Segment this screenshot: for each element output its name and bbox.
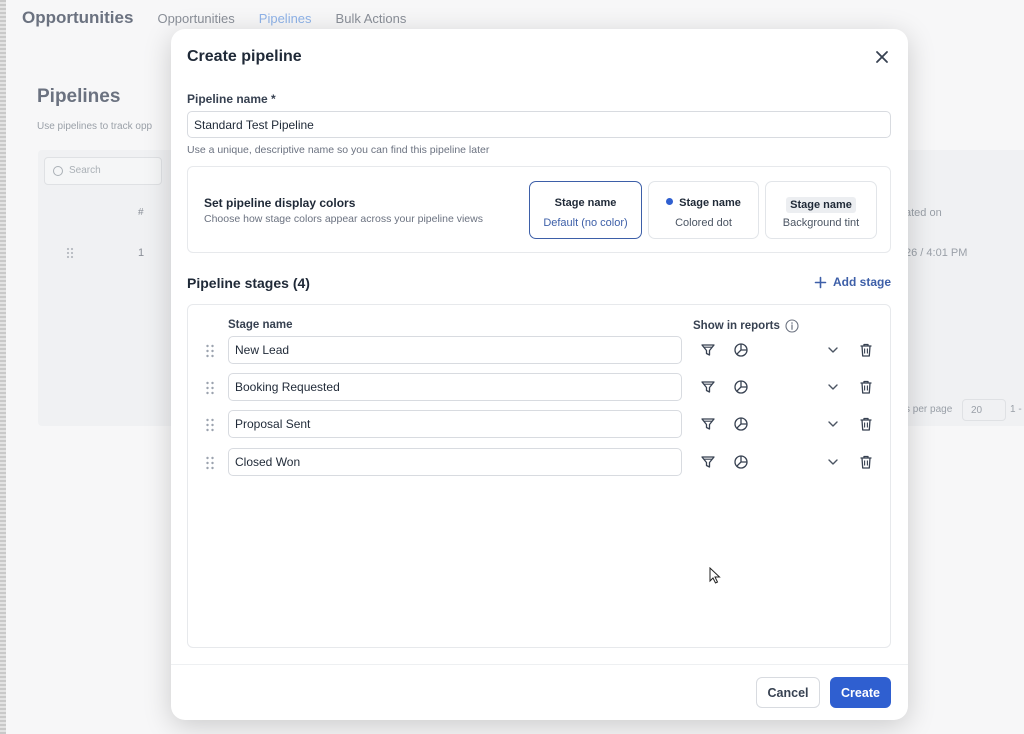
nav-pipelines[interactable]: Pipelines [259, 11, 312, 26]
option-stage-name: Stage name [766, 197, 876, 213]
column-header-stage-name: Stage name [228, 319, 293, 331]
option-label: Colored dot [675, 217, 732, 229]
stage-row [188, 336, 890, 366]
pie-chart-icon[interactable] [733, 454, 749, 470]
stage-name-input[interactable] [228, 410, 682, 438]
pipeline-name-helper: Use a unique, descriptive name so you ca… [187, 144, 490, 156]
nav-bulk-actions[interactable]: Bulk Actions [336, 11, 407, 26]
chevron-down-icon[interactable] [825, 454, 841, 470]
tint-preview: Stage name [786, 197, 856, 213]
chevron-down-icon[interactable] [825, 416, 841, 432]
per-page-label: s per page [905, 404, 953, 415]
chevron-down-icon[interactable] [825, 342, 841, 358]
drag-handle-icon[interactable] [205, 456, 215, 470]
app-title: Opportunities [22, 8, 134, 27]
option-label: Default (no color) [543, 217, 628, 229]
pie-chart-icon[interactable] [733, 342, 749, 358]
color-option-background-tint[interactable]: Stage name Background tint [765, 181, 877, 239]
footer-divider [171, 664, 908, 665]
stage-row [188, 410, 890, 440]
show-in-reports-label: Show in reports [693, 320, 780, 332]
page-title: Pipelines [37, 86, 121, 107]
trash-icon[interactable] [858, 379, 874, 395]
create-button[interactable]: Create [830, 677, 891, 708]
trash-icon[interactable] [858, 454, 874, 470]
pie-chart-icon[interactable] [733, 416, 749, 432]
drag-handle-icon[interactable] [66, 247, 74, 259]
pagination-range: 1 - [1010, 404, 1022, 415]
left-scrollbar[interactable] [0, 0, 6, 734]
option-stage-name-text: Stage name [679, 197, 741, 209]
column-header-created: ated on [905, 207, 942, 219]
funnel-icon[interactable] [700, 379, 716, 395]
stages-list: Stage name Show in reports [187, 304, 891, 648]
pipeline-name-input[interactable] [187, 111, 891, 138]
chevron-down-icon[interactable] [825, 379, 841, 395]
option-stage-name: Stage name [554, 197, 617, 209]
modal-title: Create pipeline [187, 48, 302, 65]
plus-icon [814, 276, 827, 288]
colored-dot-icon [666, 198, 674, 205]
row-number: 1 [138, 247, 145, 259]
funnel-icon[interactable] [700, 342, 716, 358]
drag-handle-icon[interactable] [205, 418, 215, 432]
close-icon [876, 51, 888, 63]
trash-icon[interactable] [858, 342, 874, 358]
pie-chart-icon[interactable] [733, 379, 749, 395]
funnel-icon[interactable] [700, 454, 716, 470]
create-pipeline-modal: Create pipeline Pipeline name * Use a un… [171, 29, 908, 720]
stage-name-input[interactable] [228, 336, 682, 364]
search-icon [53, 166, 63, 176]
option-label: Background tint [782, 217, 860, 229]
add-stage-button[interactable]: Add stage [814, 275, 891, 289]
info-icon[interactable] [785, 319, 799, 333]
color-option-default[interactable]: Stage name Default (no color) [529, 181, 642, 239]
per-page-select[interactable]: 20 [962, 399, 1006, 421]
drag-handle-icon[interactable] [205, 381, 215, 395]
stage-name-input[interactable] [228, 373, 682, 401]
cancel-button[interactable]: Cancel [756, 677, 820, 708]
drag-handle-icon[interactable] [205, 344, 215, 358]
pipeline-name-label: Pipeline name * [187, 92, 276, 106]
display-colors-title: Set pipeline display colors [204, 196, 356, 210]
color-option-colored-dot[interactable]: Stage name Colored dot [648, 181, 759, 239]
nav-opportunities[interactable]: Opportunities [157, 11, 234, 26]
stage-name-input[interactable] [228, 448, 682, 476]
display-colors-subtitle: Choose how stage colors appear across yo… [204, 213, 483, 225]
created-value: 26 / 4:01 PM [905, 247, 968, 259]
close-button[interactable] [871, 46, 893, 68]
trash-icon[interactable] [858, 416, 874, 432]
stage-row [188, 448, 890, 478]
page-subtitle: Use pipelines to track opp [37, 121, 153, 132]
mouse-cursor-icon [709, 567, 721, 584]
stage-row [188, 373, 890, 403]
column-header-show-in-reports: Show in reports [693, 319, 799, 333]
option-stage-name: Stage name [649, 197, 758, 209]
add-stage-label: Add stage [833, 275, 892, 289]
display-colors-section: Set pipeline display colors Choose how s… [187, 166, 891, 253]
funnel-icon[interactable] [700, 416, 716, 432]
column-header-number: # [138, 207, 144, 218]
pipeline-stages-title: Pipeline stages (4) [187, 275, 310, 291]
